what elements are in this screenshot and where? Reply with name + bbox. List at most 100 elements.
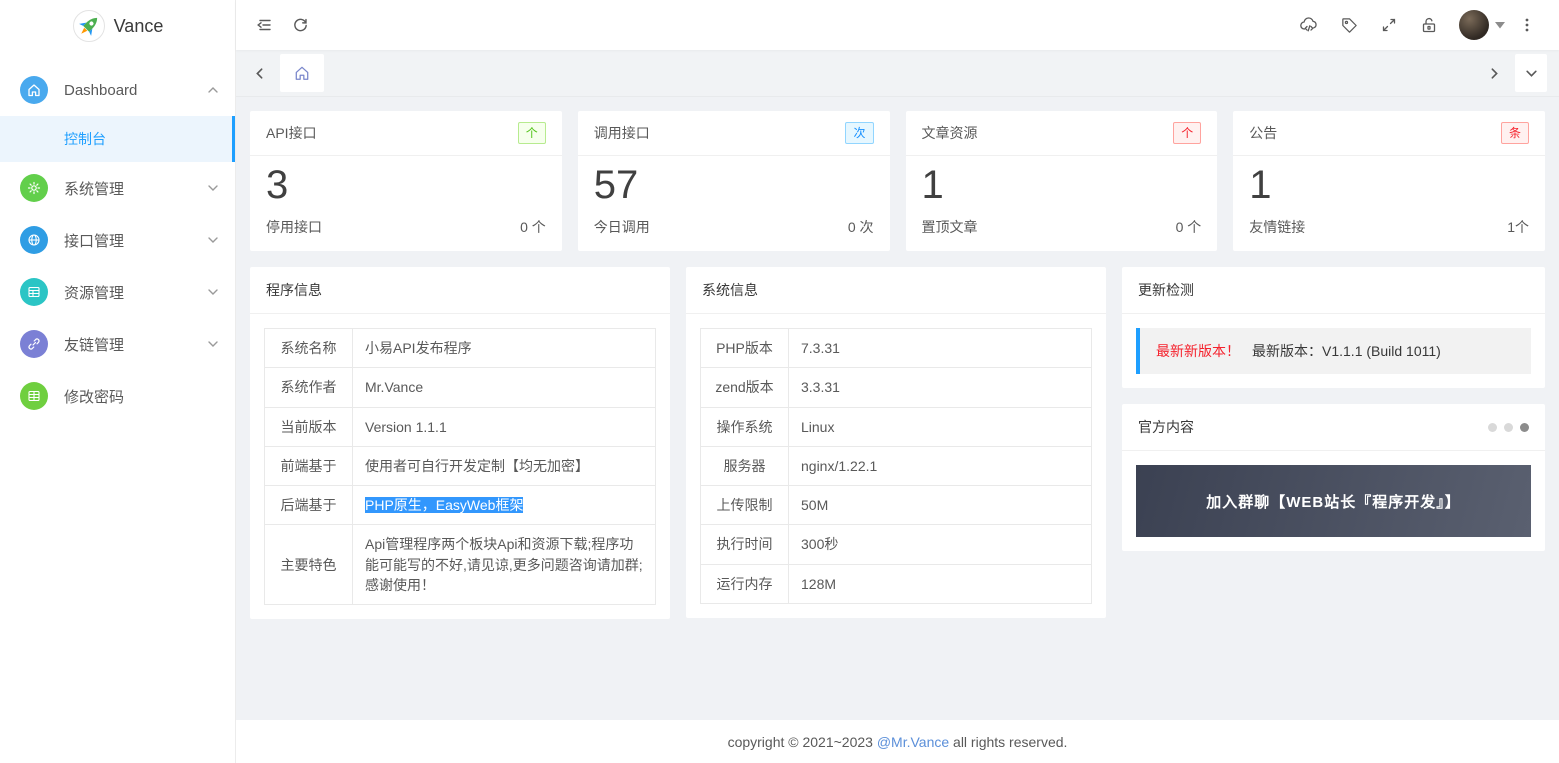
system-info-table: PHP版本 7.3.31 zend版本 3.3.31 操作系统 Linux 服务… — [700, 327, 1092, 605]
unlock-icon[interactable] — [1411, 7, 1447, 43]
stat-footer-label: 置顶文章 — [921, 219, 978, 235]
refresh-icon[interactable] — [282, 7, 318, 43]
stat-card-title: 文章资源 — [921, 125, 978, 141]
sidebar-menu: Dashboard 控制台 系统管理 接口管理 资源管理 友链管理 修改密码 — [0, 52, 235, 422]
tab-strip — [236, 50, 1559, 97]
sidebar-item-label: Dashboard — [64, 81, 138, 99]
chevron-down-icon — [207, 286, 219, 298]
row-value: 300秒 — [788, 524, 1092, 565]
chevron-down-icon — [207, 338, 219, 350]
row-label: 执行时间 — [700, 524, 789, 565]
sidebar-item-label: 友链管理 — [64, 336, 125, 354]
footer: copyright © 2021~2023 @Mr.Vance all righ… — [236, 720, 1559, 763]
sidebar-item-label: 资源管理 — [64, 284, 125, 302]
unit-badge: 条 — [1500, 122, 1529, 144]
content: API接口 个 3 停用接口 0 个 调用接口 次 57 今日调用 0 次 文章… — [236, 97, 1559, 720]
topbar — [236, 0, 1559, 50]
cloud-code-icon[interactable] — [1291, 7, 1327, 43]
update-alert: 最新新版本！ 最新版本：V1.1.1 (Build 1011) — [1136, 328, 1531, 374]
panel-title: 系统信息 — [702, 282, 758, 298]
avatar[interactable] — [1459, 10, 1489, 40]
stat-card-announcements: 公告 条 1 友情链接 1个 — [1233, 111, 1545, 251]
stat-footer-label: 今日调用 — [593, 219, 650, 235]
carousel-dot[interactable] — [1504, 422, 1513, 432]
table-row: 运行内存 128M — [700, 563, 1092, 605]
selected-text: PHP原生，EasyWeb框架 — [365, 497, 524, 514]
tab-home[interactable] — [280, 54, 324, 92]
sidebar-item-friendlink-management[interactable]: 友链管理 — [0, 318, 235, 370]
row-label: 前端基于 — [264, 445, 353, 487]
stat-card-title: 调用接口 — [593, 125, 650, 141]
sidebar-item-system-management[interactable]: 系统管理 — [0, 162, 235, 214]
alert-highlight-text: 最新新版本！ — [1156, 343, 1240, 359]
stat-footer-value: 0 个 — [1175, 219, 1202, 235]
sidebar-item-api-management[interactable]: 接口管理 — [0, 214, 235, 266]
caret-down-icon[interactable] — [1495, 21, 1505, 29]
sidebar-item-console[interactable]: 控制台 — [0, 116, 235, 162]
table-row: 前端基于 使用者可自行开发定制【均无加密】 — [264, 445, 656, 487]
stat-value: 3 — [266, 163, 289, 207]
unit-badge: 个 — [517, 122, 546, 144]
table-row: 操作系统 Linux — [700, 406, 1092, 447]
row-value: 小易API发布程序 — [352, 327, 656, 369]
stat-footer-value: 0 个 — [520, 219, 546, 235]
program-info-panel: 程序信息 系统名称 小易API发布程序 系统作者 Mr.Vance 当前版本 V… — [250, 267, 670, 620]
app-window: Vance Dashboard 控制台 系统管理 接口管理 资源管理 友链管理 … — [0, 0, 1559, 763]
unit-badge: 次 — [845, 122, 874, 144]
table-row: 系统作者 Mr.Vance — [264, 367, 656, 408]
row-value: 3.3.31 — [788, 367, 1092, 408]
brand-name: Vance — [113, 15, 164, 36]
tabs-scroll-right-button[interactable] — [1481, 54, 1507, 92]
row-value: nginx/1.22.1 — [788, 445, 1092, 487]
sidebar-item-resource-management[interactable]: 资源管理 — [0, 266, 235, 318]
row-label: 当前版本 — [264, 406, 353, 447]
row-label: 操作系统 — [700, 406, 789, 447]
copyright-text: all rights reserved. — [949, 733, 1068, 750]
kebab-menu-icon[interactable] — [1509, 7, 1545, 43]
row-label: 服务器 — [700, 445, 789, 487]
row-label: 运行内存 — [700, 563, 789, 605]
row-value: Mr.Vance — [352, 367, 656, 408]
table-row: PHP版本 7.3.31 — [700, 327, 1092, 369]
carousel-dot[interactable] — [1488, 422, 1497, 432]
row-value: PHP原生，EasyWeb框架 — [352, 485, 656, 526]
table-row: zend版本 3.3.31 — [700, 367, 1092, 408]
row-label: 系统名称 — [264, 327, 353, 369]
official-content-panel: 官方内容 加入群聊【WEB站长『程序开发』】 — [1122, 404, 1545, 551]
stat-value: 57 — [593, 163, 639, 207]
tag-icon[interactable] — [1331, 7, 1367, 43]
alert-text: 最新版本：V1.1.1 (Build 1011) — [1252, 343, 1441, 359]
gear-icon — [20, 174, 48, 202]
tabs-scroll-left-button[interactable] — [246, 54, 272, 92]
sidebar-item-label: 系统管理 — [64, 180, 125, 198]
right-column: 更新检测 最新新版本！ 最新版本：V1.1.1 (Build 1011) 官方内容 — [1122, 267, 1545, 551]
carousel-dot-active[interactable] — [1520, 422, 1529, 432]
stat-card-title: API接口 — [266, 125, 317, 141]
row-label: 上传限制 — [700, 485, 789, 526]
sidebar: Vance Dashboard 控制台 系统管理 接口管理 资源管理 友链管理 … — [0, 0, 236, 763]
panel-title: 程序信息 — [266, 282, 322, 298]
fullscreen-icon[interactable] — [1371, 7, 1407, 43]
panels-row: 程序信息 系统名称 小易API发布程序 系统作者 Mr.Vance 当前版本 V… — [250, 267, 1545, 620]
author-link[interactable]: @Mr.Vance — [877, 734, 949, 750]
table-row: 主要特色 Api管理程序两个板块Api和资源下载;程序功能可能写的不好,请见谅,… — [264, 524, 656, 606]
tabs-dropdown-button[interactable] — [1515, 54, 1547, 92]
unit-badge: 个 — [1173, 122, 1202, 144]
program-info-table: 系统名称 小易API发布程序 系统作者 Mr.Vance 当前版本 Versio… — [264, 327, 656, 606]
sidebar-item-dashboard[interactable]: Dashboard — [0, 64, 235, 116]
table-row: 执行时间 300秒 — [700, 524, 1092, 565]
home-tab-icon — [295, 66, 309, 80]
carousel-banner[interactable]: 加入群聊【WEB站长『程序开发』】 — [1136, 465, 1531, 537]
stat-value: 1 — [921, 163, 944, 207]
row-value: Api管理程序两个板块Api和资源下载;程序功能可能写的不好,请见谅,更多问题咨… — [352, 524, 656, 606]
collapse-menu-icon[interactable] — [246, 7, 282, 43]
sidebar-item-change-password[interactable]: 修改密码 — [0, 370, 235, 422]
update-check-panel: 更新检测 最新新版本！ 最新版本：V1.1.1 (Build 1011) — [1122, 267, 1545, 388]
stat-card-calls: 调用接口 次 57 今日调用 0 次 — [577, 111, 890, 251]
submenu-label: 控制台 — [64, 131, 106, 147]
table-row: 当前版本 Version 1.1.1 — [264, 406, 656, 447]
sidebar-item-label: 接口管理 — [64, 232, 125, 250]
stat-footer-value: 0 次 — [847, 219, 874, 235]
logo[interactable]: Vance — [0, 0, 235, 52]
sidebar-item-label: 修改密码 — [64, 388, 125, 406]
